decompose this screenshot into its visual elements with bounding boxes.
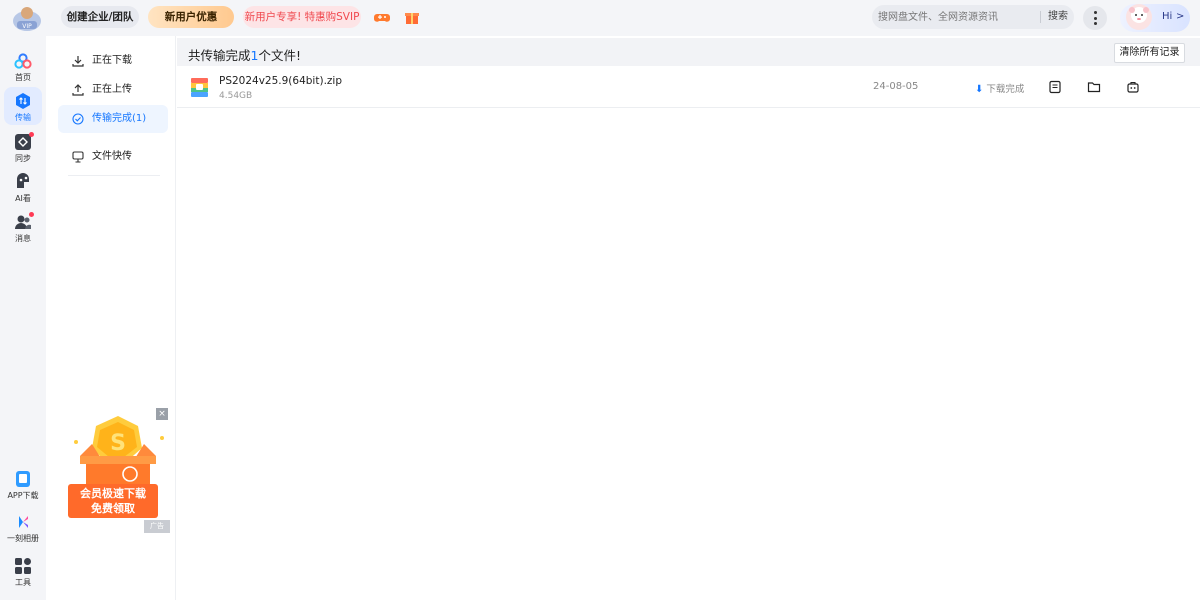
zip-file-icon — [191, 78, 208, 97]
svg-text:S: S — [110, 431, 126, 456]
transfer-subnav: 正在下载 正在上传 传输完成(1) 文件快传 S × 会员极速下载 免费领取 广… — [48, 36, 176, 600]
ad-tag: 广告 — [144, 520, 170, 533]
subnav-item-uploading[interactable]: 正在上传 — [58, 76, 168, 104]
more-menu-button[interactable] — [1083, 6, 1107, 30]
subnav-label: 正在下载 — [92, 55, 132, 66]
status-text: 下载完成 — [986, 84, 1025, 95]
search-separator — [1040, 11, 1041, 23]
file-date: 24-08-05 — [873, 81, 919, 92]
message-notification-dot — [29, 212, 34, 217]
mascot-logo-icon[interactable]: VIP — [10, 4, 44, 32]
subnav-item-quick-transfer[interactable]: 文件快传 — [58, 143, 168, 171]
clear-all-records-button[interactable]: 清除所有记录 — [1114, 43, 1185, 63]
nav-label: 首页 — [15, 73, 31, 82]
nav-item-messages[interactable]: 消息 — [0, 213, 46, 244]
chevron-right-icon: > — [1176, 11, 1185, 22]
ad-line-1: 会员极速下载 — [80, 487, 146, 500]
main-content: 共传输完成1个文件! 清除所有记录 PS2024v25.9(64bit).zip… — [177, 36, 1200, 600]
subnav-label: 正在上传 — [92, 84, 132, 95]
nav-label: 一刻相册 — [7, 534, 39, 543]
summary-suffix: 个文件! — [258, 48, 301, 63]
subnav-label: 传输完成(1) — [92, 113, 147, 124]
search-input[interactable] — [878, 8, 1036, 26]
nav-item-tools[interactable]: 工具 — [0, 557, 46, 588]
game-controller-icon[interactable] — [374, 9, 390, 25]
svg-text:VIP: VIP — [22, 23, 32, 30]
table-row[interactable]: PS2024v25.9(64bit).zip 4.54GB 24-08-05 ⬇… — [177, 68, 1200, 108]
nav-item-app-download[interactable]: APP下载 — [0, 470, 46, 501]
top-bar: VIP 创建企业/团队 新用户优惠 新用户专享! 特惠购SVIP 搜索 — [0, 0, 1200, 36]
nav-label: 消息 — [15, 234, 31, 243]
file-size: 4.54GB — [219, 91, 253, 101]
completed-header: 共传输完成1个文件! 清除所有记录 — [177, 38, 1200, 66]
search-button[interactable]: 搜索 — [1044, 5, 1072, 29]
more-dots-icon — [1093, 22, 1097, 25]
nav-label: APP下载 — [7, 491, 39, 500]
transfer-icon — [16, 93, 30, 109]
nav-label: 同步 — [15, 154, 31, 163]
subnav-item-downloading[interactable]: 正在下载 — [58, 47, 168, 75]
sync-notification-dot — [29, 132, 34, 137]
nav-label: 工具 — [15, 578, 31, 587]
ai-icon — [17, 173, 29, 188]
avatar — [1126, 4, 1152, 30]
nav-item-home[interactable]: 首页 — [0, 52, 46, 83]
user-profile-chip[interactable]: Hi > — [1120, 4, 1190, 32]
nav-item-transfer[interactable]: 传输 — [0, 92, 46, 123]
upload-icon — [72, 84, 84, 96]
nav-label: AI看 — [15, 194, 31, 203]
more-dots-icon — [1093, 16, 1097, 20]
nav-item-album[interactable]: 一刻相册 — [0, 513, 46, 544]
nav-label: 传输 — [15, 113, 31, 122]
nav-item-sync[interactable]: 同步 — [0, 133, 46, 164]
ad-line-2: 免费领取 — [91, 502, 135, 515]
cloud-assistant-icon[interactable] — [1126, 80, 1140, 94]
check-circle-icon — [72, 113, 84, 125]
transfer-summary: 共传输完成1个文件! — [188, 45, 301, 64]
greeting-text: Hi — [1162, 11, 1173, 22]
gift-icon[interactable] — [404, 9, 420, 25]
more-dots-icon — [1093, 11, 1097, 14]
summary-prefix: 共传输完成 — [188, 48, 251, 63]
file-name[interactable]: PS2024v25.9(64bit).zip — [219, 75, 342, 87]
quick-transfer-icon — [72, 151, 84, 163]
album-icon — [19, 516, 28, 528]
cloud-icon — [14, 53, 32, 69]
download-icon — [72, 56, 84, 67]
search-box: 搜索 — [872, 5, 1074, 29]
file-details-icon[interactable] — [1048, 80, 1062, 94]
open-folder-icon[interactable] — [1087, 80, 1101, 94]
svip-promo-button[interactable]: 新用户专享! 特惠购SVIP — [243, 6, 361, 28]
subnav-label: 文件快传 — [92, 151, 132, 162]
ad-banner[interactable]: 会员极速下载 免费领取 — [68, 484, 158, 518]
subnav-divider — [68, 175, 160, 176]
phone-icon — [16, 471, 30, 487]
nav-item-ai[interactable]: AI看 — [0, 173, 46, 204]
download-arrow-icon: ⬇ — [975, 84, 984, 95]
subnav-item-completed[interactable]: 传输完成(1) — [58, 105, 168, 133]
left-nav: 首页 传输 同步 AI看 消息 APP下载 一刻相册 工具 — [0, 36, 46, 600]
download-status: ⬇ 下载完成 — [975, 81, 1024, 95]
tools-icon — [15, 558, 31, 574]
new-user-offer-button[interactable]: 新用户优惠 — [148, 6, 234, 28]
create-team-button[interactable]: 创建企业/团队 — [61, 6, 139, 28]
ad-close-button[interactable]: × — [156, 408, 168, 420]
